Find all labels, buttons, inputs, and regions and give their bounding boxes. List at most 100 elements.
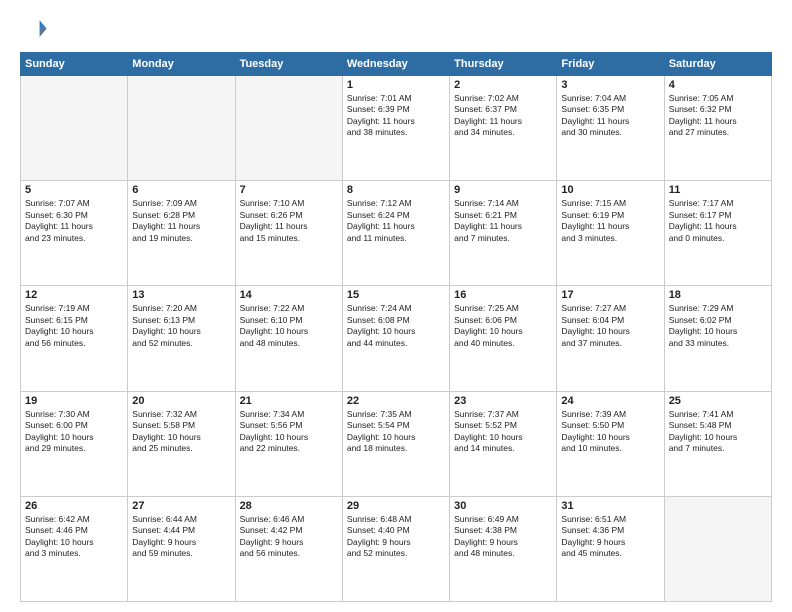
day-info: Sunrise: 7:05 AM Sunset: 6:32 PM Dayligh…	[669, 93, 767, 139]
day-number: 21	[240, 395, 338, 407]
calendar-cell	[21, 76, 128, 181]
calendar-cell: 13 Sunrise: 7:20 AM Sunset: 6:13 PM Dayli…	[128, 286, 235, 391]
calendar-cell	[128, 76, 235, 181]
calendar-cell: 12 Sunrise: 7:19 AM Sunset: 6:15 PM Dayli…	[21, 286, 128, 391]
calendar-cell: 22 Sunrise: 7:35 AM Sunset: 5:54 PM Dayli…	[342, 391, 449, 496]
calendar-cell: 11 Sunrise: 7:17 AM Sunset: 6:17 PM Dayli…	[664, 181, 771, 286]
day-info: Sunrise: 7:24 AM Sunset: 6:08 PM Dayligh…	[347, 303, 445, 349]
calendar-cell: 5Sunrise: 7:07 AM Sunset: 6:30 PM Daylig…	[21, 181, 128, 286]
weekday-friday: Friday	[557, 53, 664, 76]
day-info: Sunrise: 7:39 AM Sunset: 5:50 PM Dayligh…	[561, 409, 659, 455]
day-number: 12	[25, 289, 123, 301]
day-info: Sunrise: 7:02 AM Sunset: 6:37 PM Dayligh…	[454, 93, 552, 139]
day-info: Sunrise: 7:35 AM Sunset: 5:54 PM Dayligh…	[347, 409, 445, 455]
day-info: Sunrise: 7:04 AM Sunset: 6:35 PM Dayligh…	[561, 93, 659, 139]
week-row-5: 26 Sunrise: 6:42 AM Sunset: 4:46 PM Dayli…	[21, 496, 772, 601]
day-info: Sunrise: 7:34 AM Sunset: 5:56 PM Dayligh…	[240, 409, 338, 455]
day-info: Sunrise: 7:15 AM Sunset: 6:19 PM Dayligh…	[561, 198, 659, 244]
weekday-wednesday: Wednesday	[342, 53, 449, 76]
day-info: Sunrise: 7:17 AM Sunset: 6:17 PM Dayligh…	[669, 198, 767, 244]
day-number: 17	[561, 289, 659, 301]
calendar-cell: 10Sunrise: 7:15 AM Sunset: 6:19 PM Dayli…	[557, 181, 664, 286]
weekday-thursday: Thursday	[450, 53, 557, 76]
day-info: Sunrise: 7:09 AM Sunset: 6:28 PM Dayligh…	[132, 198, 230, 244]
day-number: 9	[454, 184, 552, 196]
header	[20, 16, 772, 44]
day-info: Sunrise: 6:44 AM Sunset: 4:44 PM Dayligh…	[132, 514, 230, 560]
day-number: 26	[25, 500, 123, 512]
day-info: Sunrise: 6:48 AM Sunset: 4:40 PM Dayligh…	[347, 514, 445, 560]
calendar-cell: 20Sunrise: 7:32 AM Sunset: 5:58 PM Dayli…	[128, 391, 235, 496]
day-number: 8	[347, 184, 445, 196]
day-info: Sunrise: 7:14 AM Sunset: 6:21 PM Dayligh…	[454, 198, 552, 244]
day-number: 23	[454, 395, 552, 407]
week-row-4: 19 Sunrise: 7:30 AM Sunset: 6:00 PM Dayli…	[21, 391, 772, 496]
day-number: 15	[347, 289, 445, 301]
day-info: Sunrise: 6:46 AM Sunset: 4:42 PM Dayligh…	[240, 514, 338, 560]
calendar-cell: 24 Sunrise: 7:39 AM Sunset: 5:50 PM Dayli…	[557, 391, 664, 496]
calendar-cell: 14Sunrise: 7:22 AM Sunset: 6:10 PM Dayli…	[235, 286, 342, 391]
day-info: Sunrise: 6:51 AM Sunset: 4:36 PM Dayligh…	[561, 514, 659, 560]
day-info: Sunrise: 7:10 AM Sunset: 6:26 PM Dayligh…	[240, 198, 338, 244]
day-number: 30	[454, 500, 552, 512]
calendar-cell: 28 Sunrise: 6:46 AM Sunset: 4:42 PM Dayli…	[235, 496, 342, 601]
day-number: 4	[669, 79, 767, 91]
day-info: Sunrise: 7:29 AM Sunset: 6:02 PM Dayligh…	[669, 303, 767, 349]
day-info: Sunrise: 7:37 AM Sunset: 5:52 PM Dayligh…	[454, 409, 552, 455]
day-info: Sunrise: 7:32 AM Sunset: 5:58 PM Dayligh…	[132, 409, 230, 455]
day-info: Sunrise: 7:20 AM Sunset: 6:13 PM Dayligh…	[132, 303, 230, 349]
weekday-tuesday: Tuesday	[235, 53, 342, 76]
calendar-cell	[664, 496, 771, 601]
day-number: 2	[454, 79, 552, 91]
calendar-table: SundayMondayTuesdayWednesdayThursdayFrid…	[20, 52, 772, 602]
calendar-cell: 17 Sunrise: 7:27 AM Sunset: 6:04 PM Dayli…	[557, 286, 664, 391]
day-info: Sunrise: 6:42 AM Sunset: 4:46 PM Dayligh…	[25, 514, 123, 560]
day-number: 31	[561, 500, 659, 512]
day-number: 3	[561, 79, 659, 91]
day-number: 16	[454, 289, 552, 301]
day-number: 18	[669, 289, 767, 301]
calendar-cell: 21 Sunrise: 7:34 AM Sunset: 5:56 PM Dayli…	[235, 391, 342, 496]
calendar-cell: 3 Sunrise: 7:04 AM Sunset: 6:35 PM Daylig…	[557, 76, 664, 181]
day-number: 28	[240, 500, 338, 512]
day-info: Sunrise: 7:01 AM Sunset: 6:39 PM Dayligh…	[347, 93, 445, 139]
week-row-2: 5Sunrise: 7:07 AM Sunset: 6:30 PM Daylig…	[21, 181, 772, 286]
calendar-cell: 16 Sunrise: 7:25 AM Sunset: 6:06 PM Dayli…	[450, 286, 557, 391]
day-info: Sunrise: 7:30 AM Sunset: 6:00 PM Dayligh…	[25, 409, 123, 455]
calendar-cell: 29 Sunrise: 6:48 AM Sunset: 4:40 PM Dayli…	[342, 496, 449, 601]
day-number: 22	[347, 395, 445, 407]
calendar-cell	[235, 76, 342, 181]
weekday-saturday: Saturday	[664, 53, 771, 76]
weekday-monday: Monday	[128, 53, 235, 76]
calendar-cell: 1 Sunrise: 7:01 AM Sunset: 6:39 PM Daylig…	[342, 76, 449, 181]
week-row-3: 12 Sunrise: 7:19 AM Sunset: 6:15 PM Dayli…	[21, 286, 772, 391]
day-number: 13	[132, 289, 230, 301]
day-number: 27	[132, 500, 230, 512]
day-number: 19	[25, 395, 123, 407]
day-info: Sunrise: 7:41 AM Sunset: 5:48 PM Dayligh…	[669, 409, 767, 455]
calendar-cell: 27 Sunrise: 6:44 AM Sunset: 4:44 PM Dayli…	[128, 496, 235, 601]
calendar-cell: 2 Sunrise: 7:02 AM Sunset: 6:37 PM Daylig…	[450, 76, 557, 181]
day-number: 1	[347, 79, 445, 91]
calendar-cell: 7 Sunrise: 7:10 AM Sunset: 6:26 PM Daylig…	[235, 181, 342, 286]
calendar-cell: 4 Sunrise: 7:05 AM Sunset: 6:32 PM Daylig…	[664, 76, 771, 181]
day-info: Sunrise: 7:25 AM Sunset: 6:06 PM Dayligh…	[454, 303, 552, 349]
day-info: Sunrise: 7:12 AM Sunset: 6:24 PM Dayligh…	[347, 198, 445, 244]
day-number: 29	[347, 500, 445, 512]
calendar-cell: 6Sunrise: 7:09 AM Sunset: 6:28 PM Daylig…	[128, 181, 235, 286]
day-info: Sunrise: 7:27 AM Sunset: 6:04 PM Dayligh…	[561, 303, 659, 349]
day-info: Sunrise: 7:19 AM Sunset: 6:15 PM Dayligh…	[25, 303, 123, 349]
calendar-cell: 18 Sunrise: 7:29 AM Sunset: 6:02 PM Dayli…	[664, 286, 771, 391]
day-number: 14	[240, 289, 338, 301]
day-number: 24	[561, 395, 659, 407]
day-number: 11	[669, 184, 767, 196]
logo	[20, 16, 52, 44]
day-number: 5	[25, 184, 123, 196]
day-number: 7	[240, 184, 338, 196]
weekday-sunday: Sunday	[21, 53, 128, 76]
day-info: Sunrise: 6:49 AM Sunset: 4:38 PM Dayligh…	[454, 514, 552, 560]
weekday-header-row: SundayMondayTuesdayWednesdayThursdayFrid…	[21, 53, 772, 76]
calendar-cell: 9 Sunrise: 7:14 AM Sunset: 6:21 PM Daylig…	[450, 181, 557, 286]
calendar-cell: 31 Sunrise: 6:51 AM Sunset: 4:36 PM Dayli…	[557, 496, 664, 601]
calendar-cell: 26 Sunrise: 6:42 AM Sunset: 4:46 PM Dayli…	[21, 496, 128, 601]
